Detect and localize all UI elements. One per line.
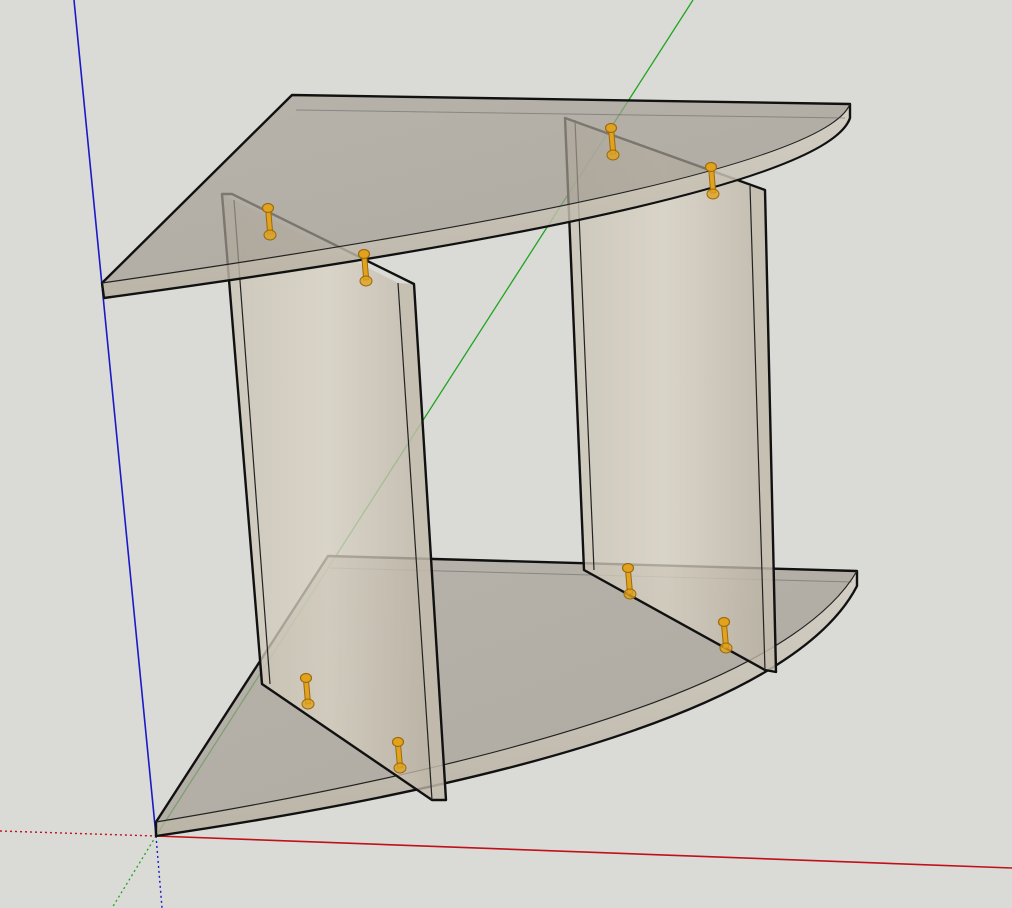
model-scene[interactable] xyxy=(0,0,1012,908)
cam-lock-head xyxy=(604,122,618,134)
modeling-viewport[interactable] xyxy=(0,0,1012,908)
cam-lock-barrel xyxy=(301,698,315,710)
blue-axis-negative xyxy=(155,835,163,908)
cam-lock-barrel xyxy=(706,188,720,200)
cam-lock-head xyxy=(704,161,718,173)
cam-lock-barrel xyxy=(393,762,407,774)
cam-lock-head xyxy=(261,202,275,214)
red-axis xyxy=(155,835,1012,869)
cam-lock-barrel xyxy=(263,229,277,241)
cam-lock-head xyxy=(717,616,731,628)
cam-lock-head xyxy=(357,248,371,260)
blue-axis xyxy=(73,0,157,837)
cam-lock-barrel xyxy=(623,588,637,600)
cam-lock-head xyxy=(621,562,635,574)
cam-lock-head xyxy=(391,736,405,748)
cam-lock-barrel xyxy=(359,275,373,287)
red-axis-negative xyxy=(0,830,157,837)
green-axis-negative xyxy=(111,835,157,908)
cam-lock-head xyxy=(299,672,313,684)
cam-lock-barrel xyxy=(606,149,620,161)
cam-lock-barrel xyxy=(719,642,733,654)
